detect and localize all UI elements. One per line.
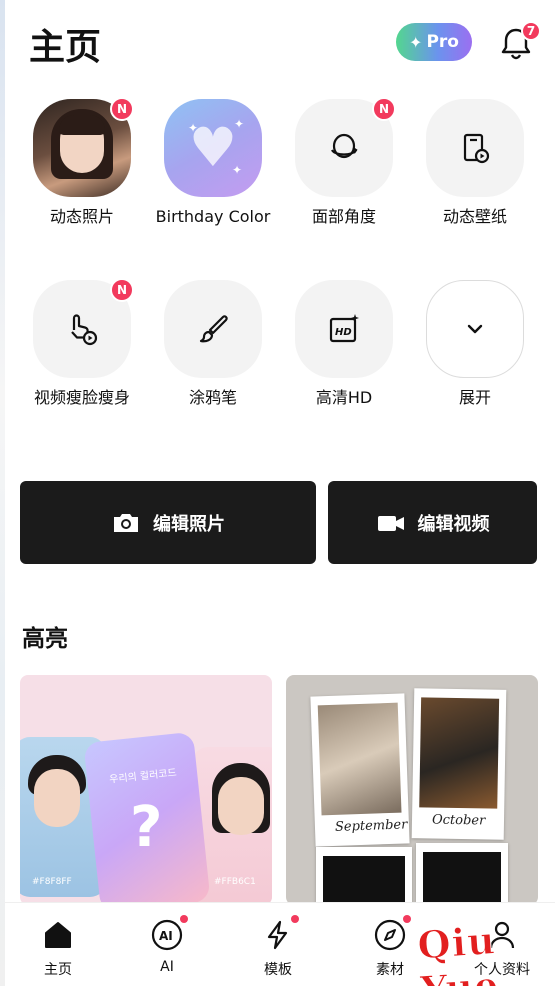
pro-button[interactable]: ✦ Pro: [396, 23, 472, 61]
page-title: 主页: [29, 27, 102, 68]
header: 主页 ✦ Pro 7: [5, 0, 555, 90]
brush-icon: [199, 315, 228, 343]
lightning-icon: [260, 915, 299, 953]
tab-ai[interactable]: AI AI: [122, 915, 212, 975]
new-badge: N: [372, 97, 396, 121]
tool-doodle-pen[interactable]: 涂鸦笔: [153, 280, 273, 408]
home-icon: [40, 917, 76, 953]
video-camera-icon: [377, 515, 404, 531]
tab-label: AI: [160, 959, 174, 975]
polaroid-caption: October: [431, 812, 486, 829]
new-badge: N: [110, 278, 134, 302]
polaroid-caption: September: [334, 817, 408, 835]
tab-label: 模板: [264, 962, 292, 978]
tool-live-photo[interactable]: N 动态照片: [22, 97, 142, 227]
birthday-color-thumbnail: ♥ ✦ ✦ ✦: [164, 99, 262, 197]
sparkle-icon: ✦: [232, 163, 243, 177]
ai-icon: AI: [149, 915, 188, 953]
expand-tile: [426, 280, 524, 378]
question-mark: ?: [130, 795, 163, 860]
tool-label: 动态壁纸: [442, 207, 507, 226]
app-home-screen: 主页 ✦ Pro 7 N 动态照片 ♥ ✦ ✦ ✦ Birthday Color: [5, 0, 555, 986]
tool-label: 面部角度: [311, 207, 376, 226]
sparkle-icon: ✦: [409, 32, 423, 52]
hd-tile: HD: [295, 280, 393, 378]
new-dot: [180, 915, 188, 923]
pro-label: Pro: [426, 32, 459, 52]
tab-home[interactable]: 主页: [13, 917, 103, 979]
tool-label: 展开: [458, 388, 491, 407]
doodle-pen-tile: [164, 280, 262, 378]
wallpaper-video-icon: [463, 133, 490, 164]
hex-label: #F8F8FF: [32, 877, 72, 887]
svg-text:AI: AI: [159, 929, 173, 943]
svg-text:HD: HD: [335, 327, 352, 338]
tool-live-wallpaper[interactable]: 动态壁纸: [415, 99, 535, 227]
sparkle-icon: ✦: [188, 121, 199, 135]
tool-hd[interactable]: HD 高清HD: [284, 280, 404, 408]
polaroid-september: September: [310, 693, 410, 847]
camera-icon: [114, 513, 138, 532]
tool-label: Birthday Color: [155, 207, 271, 226]
tool-video-slim[interactable]: N 视频瘦脸瘦身: [22, 278, 142, 408]
highlight-card-polaroids[interactable]: September October: [286, 675, 538, 905]
edit-video-button[interactable]: 编辑视频: [328, 481, 537, 564]
tool-face-angle[interactable]: N 面部角度: [284, 97, 404, 227]
tool-label: 高清HD: [315, 388, 373, 407]
polaroid-empty: [316, 847, 412, 905]
polaroid-october: October: [411, 688, 507, 840]
edit-photo-label: 编辑照片: [153, 513, 225, 535]
tool-label: 视频瘦脸瘦身: [33, 388, 130, 407]
highlight-card-color-code[interactable]: #F8F8FF #FFB6C1 우리의 컬러코드 ?: [20, 675, 272, 905]
sparkle-icon: ✦: [234, 117, 245, 131]
tool-birthday-color[interactable]: ♥ ✦ ✦ ✦ Birthday Color: [153, 99, 273, 227]
watermark: Qiu Yue: [416, 917, 502, 986]
tool-expand[interactable]: 展开: [415, 280, 535, 408]
new-dot: [291, 915, 299, 923]
new-dot: [403, 915, 411, 923]
hd-icon: HD: [329, 314, 359, 343]
hex-label: #FFB6C1: [214, 877, 256, 887]
face-rotate-icon: [331, 133, 358, 159]
chevron-down-icon: [467, 324, 483, 334]
tool-label: 动态照片: [49, 207, 114, 226]
notification-badge: 7: [521, 21, 541, 41]
compass-icon: [372, 915, 411, 953]
tab-templates[interactable]: 模板: [233, 915, 323, 979]
live-wallpaper-tile: [426, 99, 524, 197]
highlights-title: 高亮: [22, 626, 68, 652]
new-badge: N: [110, 97, 134, 121]
tool-label: 涂鸦笔: [188, 388, 237, 407]
hand-pointer-icon: [71, 314, 98, 346]
edit-video-label: 编辑视频: [417, 513, 490, 535]
tab-label: 主页: [44, 962, 72, 978]
korean-caption: 우리의 컬러코드: [108, 767, 178, 786]
polaroid-empty: [416, 843, 508, 905]
edit-photo-button[interactable]: 编辑照片: [20, 481, 316, 564]
